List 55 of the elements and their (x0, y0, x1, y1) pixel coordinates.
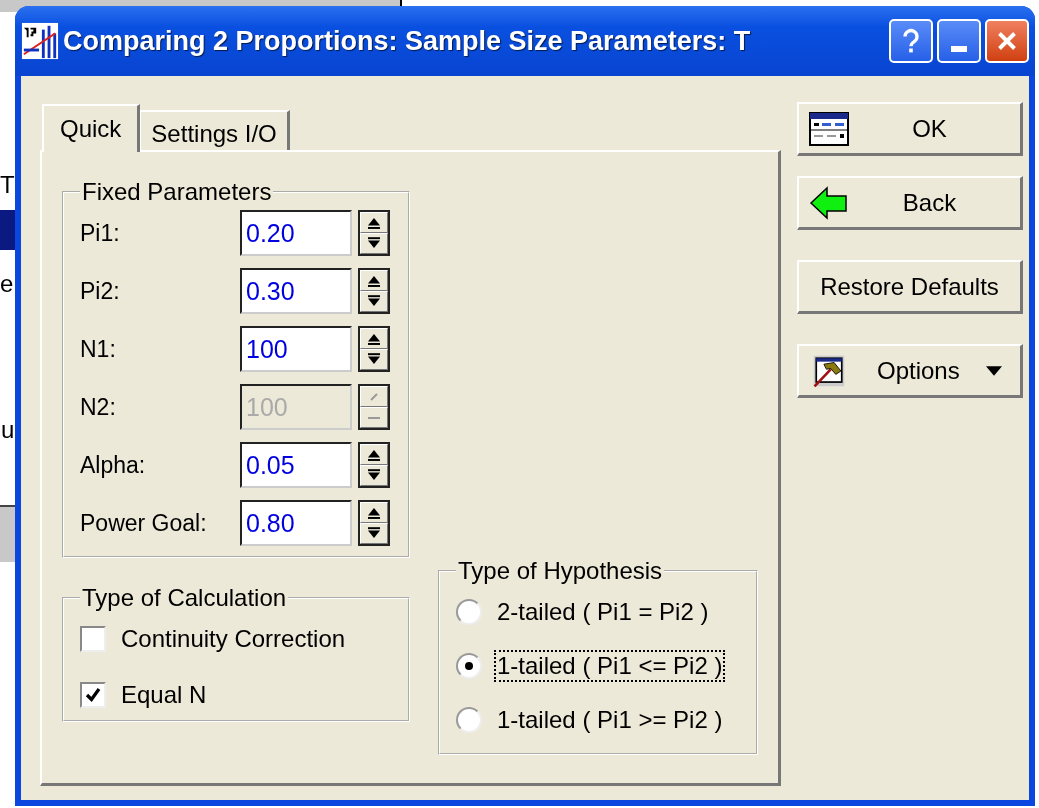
spin-down-button[interactable] (360, 523, 388, 544)
checkbox-label[interactable]: Continuity Correction (118, 623, 349, 655)
group-title: Type of Hypothesis (457, 557, 664, 585)
field-label: N1: (80, 335, 117, 363)
spin-down-button[interactable] (360, 233, 388, 254)
spin-up-button[interactable] (360, 212, 388, 233)
text-fragment: u (1, 418, 15, 442)
spin-up-button[interactable] (360, 444, 388, 465)
input-field[interactable]: 0.80 (240, 500, 352, 546)
text-fragment: e (0, 272, 14, 296)
caret-icon (986, 365, 1002, 376)
tick-mark-icon (370, 392, 378, 401)
spin-up-button[interactable] (360, 270, 388, 291)
restore-defaults-button[interactable]: Restore Defaults (797, 260, 1023, 314)
text-fragment: T (0, 173, 15, 197)
group-title: Type of Calculation (81, 584, 288, 612)
checkbox[interactable] (80, 682, 106, 708)
window-title: Comparing 2 Proportions: Sample Size Parameters: T (63, 25, 752, 57)
back-button[interactable]: Back (797, 176, 1023, 230)
field-label: Pi2: (80, 277, 121, 305)
input-field[interactable]: 0.05 (240, 442, 352, 488)
close-button[interactable] (985, 19, 1029, 63)
checkbox[interactable] (80, 626, 106, 652)
radio-label[interactable]: 2-tailed ( Pi1 = Pi2 ) (494, 596, 712, 628)
checkbox-label[interactable]: Equal N (118, 679, 210, 711)
field-label: Pi1: (80, 219, 121, 247)
radio-button[interactable] (456, 707, 482, 733)
radio-button[interactable] (456, 653, 482, 679)
input-field[interactable]: 100 (240, 326, 352, 372)
radio-label[interactable]: 1-tailed ( Pi1 >= Pi2 ) (494, 704, 726, 736)
dash-icon (368, 416, 380, 419)
ok-button[interactable]: OK (797, 102, 1023, 156)
input-field[interactable]: 0.20 (240, 210, 352, 256)
check-mark-icon (84, 686, 102, 704)
options-button[interactable]: Options (797, 344, 1023, 398)
group-title: Fixed Parameters (81, 178, 273, 206)
spin-down-button[interactable] (360, 465, 388, 486)
spin-up-button[interactable] (360, 502, 388, 523)
minimize-button[interactable] (937, 19, 981, 63)
table-icon (809, 111, 849, 146)
help-button[interactable] (889, 19, 933, 63)
tab[interactable]: Quick (42, 104, 141, 152)
radio-button[interactable] (456, 599, 482, 625)
radio-label[interactable]: 1-tailed ( Pi1 <= Pi2 ) (494, 650, 726, 682)
chart-icon (21, 22, 59, 60)
field-label: N2: (80, 393, 117, 421)
field-label: Alpha: (80, 451, 147, 479)
field-label: Power Goal: (80, 509, 208, 537)
spin-down-button[interactable] (360, 291, 388, 312)
spin-down-button[interactable] (360, 349, 388, 370)
spin-up-button[interactable] (360, 328, 388, 349)
input-field[interactable]: 0.30 (240, 268, 352, 314)
tab[interactable]: Settings I/O (139, 110, 290, 150)
minimize-icon (951, 46, 967, 52)
left-arrow-icon (809, 185, 849, 220)
